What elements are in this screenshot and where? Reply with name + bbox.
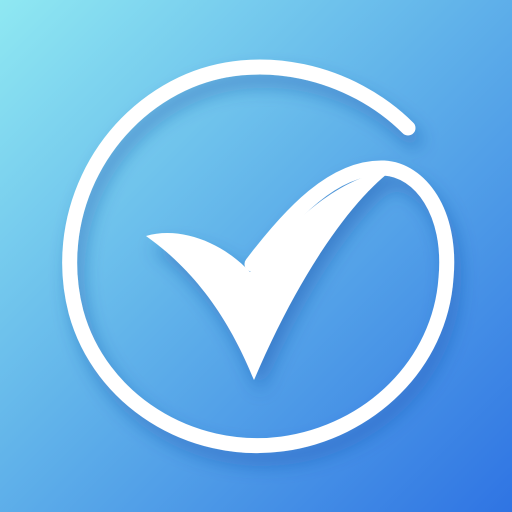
check-circle-icon — [0, 0, 512, 512]
app-icon — [0, 0, 512, 512]
